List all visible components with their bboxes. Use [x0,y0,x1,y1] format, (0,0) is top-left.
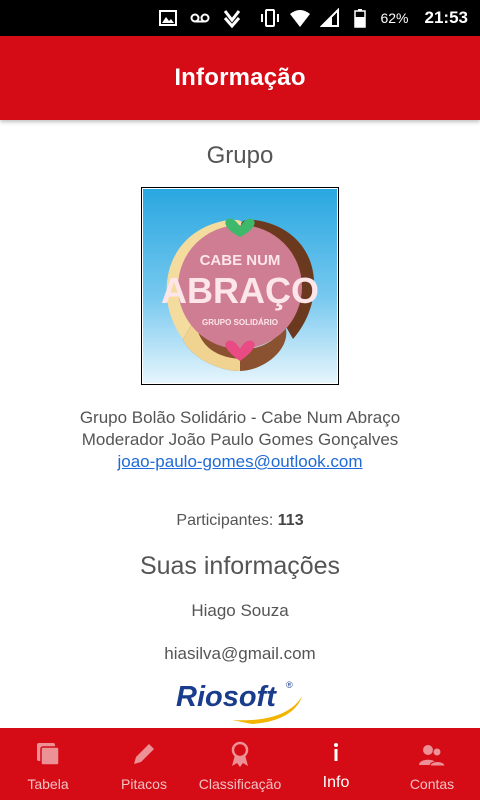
battery-percent: 62% [380,10,409,26]
nav-classificacao[interactable]: Classificação [192,728,288,800]
notification-icons [158,8,242,28]
info-content[interactable]: Grupo CABE NUM ABRAÇO GRUPO SOLIDÁRIO Gr… [0,120,480,728]
people-icon [419,745,446,767]
nav-pitacos-label: Pitacos [121,776,167,792]
group-moderator: Moderador João Paulo Gomes Gonçalves [81,430,399,449]
nav-info-label: Info [322,774,350,791]
participants-value: 113 [277,512,304,529]
wifi-icon [290,10,311,27]
logo-line3: GRUPO SOLIDÁRIO [202,318,278,327]
cell-signal-icon [320,8,340,27]
vibrate-icon [261,9,280,27]
logo-line2: ABRAÇO [161,270,319,311]
page-title: Informação [174,64,306,91]
logo-line1: CABE NUM [200,252,281,269]
nav-info[interactable]: Info [288,728,384,800]
clock: 21:53 [424,8,468,27]
nav-pitacos[interactable]: Pitacos [96,728,192,800]
group-logo-image: CABE NUM ABRAÇO GRUPO SOLIDÁRIO [143,189,337,383]
brand-registered-mark: ® [286,680,293,690]
group-heading: Grupo [206,142,274,169]
user-name: Hiago Souza [191,601,289,620]
pencil-icon [134,744,154,764]
your-info-heading: Suas informações [139,552,341,580]
table-icon [37,743,60,766]
group-name: Grupo Bolão Solidário - Cabe Num Abraço [79,408,401,427]
riosoft-logo: Riosoft ® [176,680,302,724]
user-email: hiasilva@gmail.com [164,644,316,663]
moderator-email-link[interactable]: joao-paulo-gomes@outlook.com [0,452,480,472]
group-logo: CABE NUM ABRAÇO GRUPO SOLIDÁRIO [141,187,339,385]
nav-classificacao-label: Classificação [198,776,282,792]
brand-name: Riosoft [176,681,277,713]
info-icon [334,743,338,761]
battery-icon [354,9,367,28]
participants-label: Participantes: [176,512,278,529]
award-icon [231,741,249,767]
participants-count: Participantes: 113 [0,512,480,530]
image-icon [159,10,177,26]
download-icon [223,10,241,28]
system-icons: 62% 21:53 [260,0,468,36]
nav-tabela-label: Tabela [27,776,69,792]
nav-tabela[interactable]: Tabela [0,728,96,800]
voicemail-icon [190,13,210,23]
nav-contas[interactable]: Contas [384,728,480,800]
app-bar: Informação [0,36,480,120]
nav-contas-label: Contas [409,776,455,792]
status-bar: 62% 21:53 [0,0,480,36]
bottom-navigation: Tabela Pitacos Classificação Info Contas [0,728,480,800]
